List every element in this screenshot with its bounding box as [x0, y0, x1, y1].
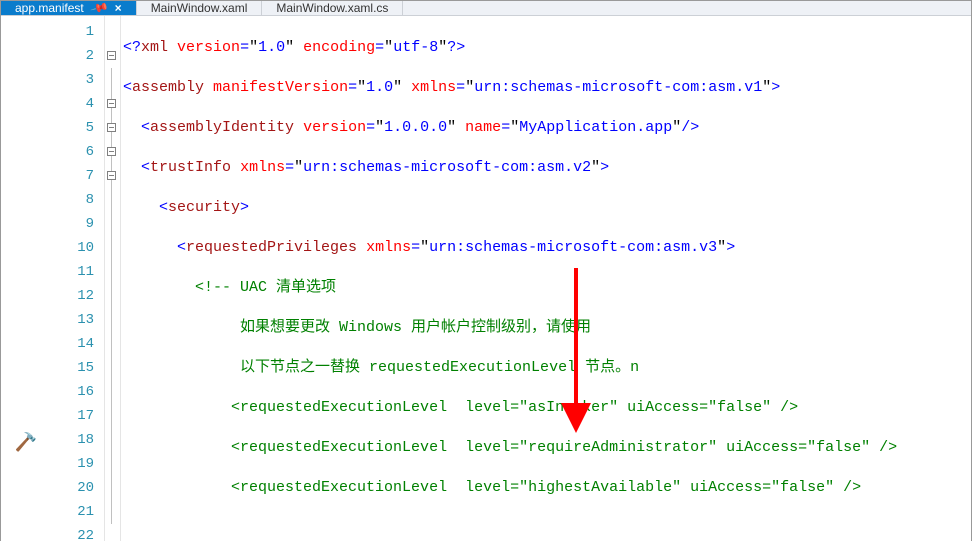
outlining-column: [105, 16, 121, 541]
line-number: 22: [51, 524, 104, 541]
close-icon[interactable]: ×: [115, 1, 122, 15]
t: <?: [123, 39, 141, 56]
tab-label: MainWindow.xaml: [151, 1, 248, 15]
t: assembly: [132, 79, 204, 96]
t: assemblyIdentity: [150, 119, 294, 136]
t: manifestVersion: [213, 79, 348, 96]
line-number: 8: [51, 188, 104, 212]
t: encoding: [303, 39, 375, 56]
t: 以下节点之一替换 requestedExecutionLevel 节点。n: [240, 359, 639, 376]
fold-toggle-icon[interactable]: [107, 51, 116, 60]
line-number: 11: [51, 260, 104, 284]
tab-app-manifest[interactable]: app.manifest 📌 ×: [1, 1, 137, 15]
t: trustInfo: [150, 159, 231, 176]
fold-toggle-icon[interactable]: [107, 171, 116, 180]
line-number: 19: [51, 452, 104, 476]
line-number: 9: [51, 212, 104, 236]
tab-mainwindow-xaml[interactable]: MainWindow.xaml: [137, 1, 263, 15]
quick-action-icon[interactable]: 🔨: [15, 432, 37, 454]
line-number-gutter: 1 2 3 4 5 6 7 8 9 10 11 12 13 14 15 16 1…: [51, 16, 105, 541]
line-number: 15: [51, 356, 104, 380]
line-number: 20: [51, 476, 104, 500]
editor-area: 🔨 1 2 3 4 5 6 7 8 9 10 11 12 13 14 15 16…: [1, 16, 971, 541]
fold-toggle-icon[interactable]: [107, 147, 116, 156]
editor-window: app.manifest 📌 × MainWindow.xaml MainWin…: [0, 0, 972, 541]
line-number: 12: [51, 284, 104, 308]
t: requestedPrivileges: [186, 239, 357, 256]
left-margin: 🔨: [1, 16, 51, 541]
line-number: 13: [51, 308, 104, 332]
t: urn:schemas-microsoft-com:asm.v3: [429, 239, 717, 256]
t: version: [177, 39, 240, 56]
t: 1.0: [366, 79, 393, 96]
code-editor[interactable]: <?xml version="1.0" encoding="utf-8"?> <…: [121, 16, 971, 541]
line-number: 4: [51, 92, 104, 116]
line-number: 2: [51, 44, 104, 68]
t: 1.0: [258, 39, 285, 56]
line-number: 6: [51, 140, 104, 164]
line-number: 17: [51, 404, 104, 428]
line-number: 7: [51, 164, 104, 188]
line-number: 16: [51, 380, 104, 404]
t: <requestedExecutionLevel level="highestA…: [231, 479, 861, 496]
t: urn:schemas-microsoft-com:asm.v2: [303, 159, 591, 176]
line-number: 3: [51, 68, 104, 92]
line-number: 21: [51, 500, 104, 524]
line-number: 10: [51, 236, 104, 260]
t: <requestedExecutionLevel level="asInvoke…: [231, 399, 798, 416]
t: <!--: [195, 279, 231, 296]
t: xmlns: [366, 239, 411, 256]
tab-label: MainWindow.xaml.cs: [276, 1, 388, 15]
t: <requestedExecutionLevel level="requireA…: [231, 439, 897, 456]
t: ?>: [447, 39, 465, 56]
line-number: 18: [51, 428, 104, 452]
tab-label: app.manifest: [15, 1, 84, 15]
fold-toggle-icon[interactable]: [107, 123, 116, 132]
t: 1.0.0.0: [384, 119, 447, 136]
t: security: [168, 199, 240, 216]
fold-toggle-icon[interactable]: [107, 99, 116, 108]
tab-bar: app.manifest 📌 × MainWindow.xaml MainWin…: [1, 1, 971, 16]
t: urn:schemas-microsoft-com:asm.v1: [474, 79, 762, 96]
t: version: [303, 119, 366, 136]
t: UAC 清单选项: [231, 279, 336, 296]
tab-mainwindow-xaml-cs[interactable]: MainWindow.xaml.cs: [262, 1, 403, 15]
t: MyApplication.app: [519, 119, 672, 136]
t: xml: [141, 39, 168, 56]
t: name: [465, 119, 501, 136]
t: xmlns: [411, 79, 456, 96]
t: utf-8: [393, 39, 438, 56]
t: xmlns: [240, 159, 285, 176]
line-number: 14: [51, 332, 104, 356]
line-number: 5: [51, 116, 104, 140]
t: 如果想要更改 Windows 用户帐户控制级别，请使用: [240, 319, 591, 336]
line-number: 1: [51, 20, 104, 44]
